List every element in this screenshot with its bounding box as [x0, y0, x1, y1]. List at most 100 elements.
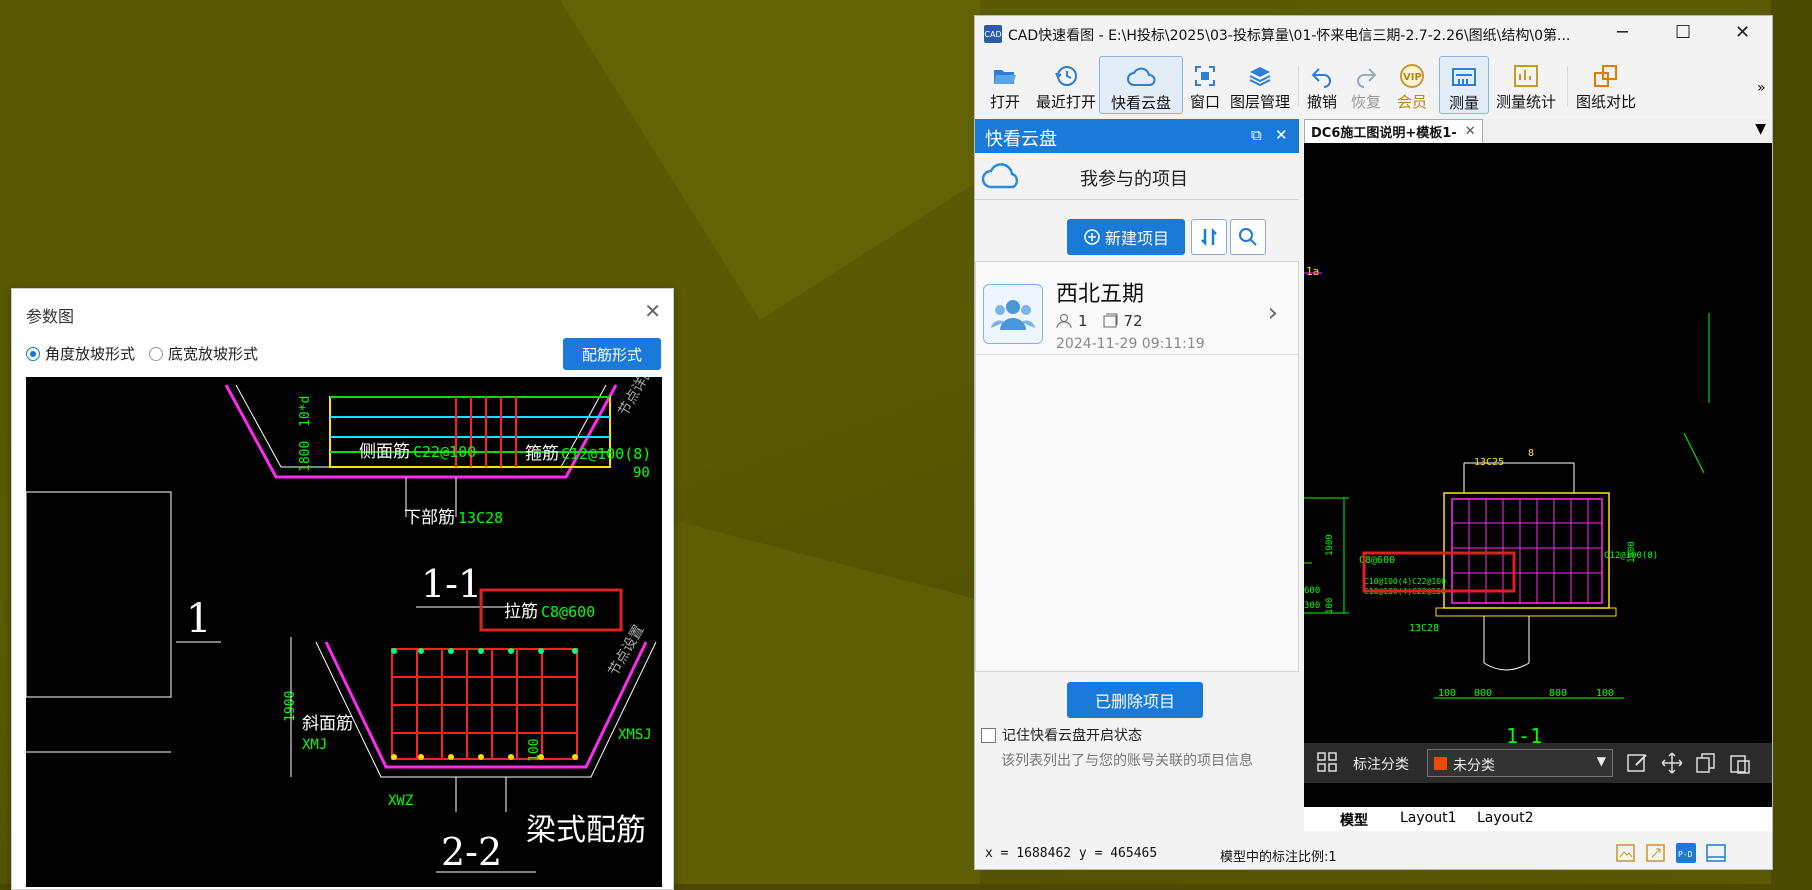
sync-button[interactable] — [1191, 219, 1227, 255]
layers-button[interactable]: 图层管理 — [1227, 56, 1293, 112]
param-dialog: 参数图 ✕ 角度放坡形式 底宽放坡形式 配筋形式 侧面筋 C22@100 箍筋 — [11, 288, 674, 890]
xmsj-label: XMSJ — [618, 727, 652, 743]
project-meta: 1 72 — [1056, 312, 1143, 330]
radio-angle-slope[interactable]: 角度放坡形式 — [26, 343, 135, 364]
dim-1800: 1800 — [298, 441, 313, 472]
group-icon — [991, 300, 1035, 330]
cloud-icon — [981, 163, 1019, 189]
move-icon[interactable] — [1660, 751, 1684, 775]
cad-top-bar: 13C25 — [1474, 457, 1504, 468]
cad-v1900: 1900 — [1325, 534, 1335, 556]
cloud-panel-header: 快看云盘 ⧉ ✕ — [975, 119, 1299, 153]
tie-bar-label: 拉筋 — [504, 602, 538, 622]
cad-main-window: CAD CAD快速看图 - E:\H投标\2025\03-投标算量\01-怀来电… — [974, 15, 1773, 870]
param-drawing: 侧面筋 C22@100 箍筋 C12@100(8) 1800 10*d 90 节… — [26, 377, 657, 874]
ruler-icon — [1452, 68, 1476, 86]
folder-open-icon — [994, 70, 1016, 84]
project-name: 西北五期 — [1056, 282, 1145, 307]
compare-button[interactable]: 图纸对比 — [1573, 56, 1639, 112]
project-avatar — [983, 284, 1043, 344]
project-list: 西北五期 1 72 2024-11-29 09:11:19 › — [975, 261, 1299, 672]
status-export-icon[interactable] — [1645, 842, 1667, 864]
status-image-icon[interactable] — [1615, 842, 1637, 864]
dim-10d: 10*d — [298, 396, 313, 427]
layers-icon — [1249, 67, 1271, 87]
corner-label: 1a — [1306, 265, 1319, 278]
cloud-panel-title: 快看云盘 — [985, 129, 1057, 150]
tab-close-icon[interactable]: ✕ — [1465, 124, 1476, 139]
cloud-panel-subheader: 我参与的项目 — [975, 153, 1299, 200]
cloud-button[interactable]: 快看云盘 — [1099, 56, 1183, 114]
cloud-icon — [1127, 67, 1156, 86]
layout-tab-1[interactable]: Layout1 — [1400, 810, 1457, 826]
cad-v100: 100 — [1325, 598, 1335, 614]
cad-canvas[interactable]: 1a 13C25 8 C8@600 C12@100(8) C10@100(4)C… — [1304, 143, 1772, 830]
user-icon — [1056, 314, 1072, 329]
remember-checkbox[interactable]: 记住快看云盘开启状态 — [981, 725, 1142, 745]
svg-text:P-D: P-D — [1678, 850, 1693, 859]
window-button[interactable]: 窗口 — [1187, 56, 1223, 112]
bottom-bar-spec: 13C28 — [458, 509, 503, 527]
chevron-right-icon[interactable]: › — [1268, 298, 1278, 328]
drawing-tab[interactable]: DC6施工图说明+模板1- ✕ — [1304, 119, 1483, 143]
category-color-swatch — [1434, 757, 1447, 770]
vip-button[interactable]: VIP 会员 — [1394, 56, 1430, 112]
tie-bar-spec: C8@600 — [541, 603, 595, 621]
cad-side-1: C10@100(4)C22@100 — [1364, 577, 1446, 586]
new-project-button[interactable]: 新建项目 — [1067, 219, 1185, 255]
radio-width-slope[interactable]: 底宽放坡形式 — [149, 343, 258, 364]
cad-drawing: 1a 13C25 8 C8@600 C12@100(8) C10@100(4)C… — [1304, 265, 1710, 752]
close-button[interactable]: ✕ — [1735, 22, 1750, 43]
measure-button[interactable]: 测量 — [1439, 56, 1489, 114]
cad-d800b: 800 — [1549, 688, 1567, 699]
side-bar-label: 侧面筋 — [359, 442, 410, 462]
cad-l600: 600 — [1304, 586, 1320, 596]
member-count: 1 — [1078, 312, 1088, 330]
measure-stats-button[interactable]: 测量统计 — [1493, 56, 1559, 112]
side-bar-spec: C22@100 — [413, 443, 476, 461]
title-bar[interactable]: CAD CAD快速看图 - E:\H投标\2025\03-投标算量\01-怀来电… — [975, 16, 1772, 52]
search-button[interactable] — [1230, 219, 1266, 255]
my-projects-title: 我参与的项目 — [1080, 169, 1188, 190]
edit-icon[interactable] — [1626, 751, 1650, 775]
cad-v1800: 1800 — [1627, 541, 1637, 563]
app-icon: CAD — [984, 25, 1002, 43]
vip-badge-icon: VIP — [1400, 64, 1424, 88]
dim-100: 100 — [527, 739, 542, 762]
project-item[interactable]: 西北五期 1 72 2024-11-29 09:11:19 › — [976, 262, 1298, 355]
maximize-button[interactable]: ☐ — [1675, 22, 1691, 43]
recent-button[interactable]: 最近打开 — [1033, 56, 1099, 112]
redo-button[interactable]: 恢复 — [1348, 56, 1384, 112]
open-button[interactable]: 打开 — [980, 56, 1030, 112]
annotation-scale: 模型中的标注比例:1 — [1220, 850, 1337, 865]
restore-icon[interactable]: ⧉ — [1251, 126, 1262, 144]
toolbar-more-button[interactable]: » — [1757, 80, 1766, 96]
cloud-hint-text: 该列表列出了与您的账号关联的项目信息 — [1001, 753, 1253, 769]
status-pdf-icon[interactable]: P-D — [1675, 842, 1697, 864]
beam-rebar-title: 梁式配筋 — [526, 813, 646, 848]
measure-stats-icon — [1514, 65, 1538, 87]
paste-icon[interactable] — [1728, 751, 1752, 775]
close-icon[interactable]: ✕ — [1275, 126, 1288, 144]
rebar-form-button[interactable]: 配筋形式 — [563, 338, 661, 370]
layout-tab-2[interactable]: Layout2 — [1477, 810, 1534, 826]
search-icon — [1239, 228, 1257, 246]
slope-bar-label: 斜面筋 — [302, 714, 353, 734]
undo-button[interactable]: 撤销 — [1304, 56, 1340, 112]
remember-label: 记住快看云盘开启状态 — [1002, 728, 1142, 744]
window-frame-icon — [1195, 66, 1215, 86]
category-select[interactable]: 未分类 ▼ — [1427, 749, 1613, 777]
redo-icon — [1357, 68, 1377, 88]
close-icon[interactable]: ✕ — [644, 299, 661, 323]
tab-dropdown-icon[interactable]: ▼ — [1755, 121, 1766, 137]
deleted-projects-button[interactable]: 已删除项目 — [1067, 682, 1203, 718]
status-panel-icon[interactable] — [1705, 842, 1727, 864]
grid-icon[interactable] — [1316, 751, 1338, 773]
copy-icon[interactable] — [1694, 751, 1718, 775]
file-stack-icon — [1103, 313, 1118, 328]
param-drawing-canvas[interactable]: 侧面筋 C22@100 箍筋 C12@100(8) 1800 10*d 90 节… — [26, 377, 662, 887]
layout-tab-model[interactable]: 模型 — [1340, 810, 1368, 830]
plus-circle-icon — [1084, 229, 1100, 245]
cursor-coordinates: x = 1688462 y = 465465 — [985, 846, 1158, 861]
minimize-button[interactable]: ─ — [1617, 22, 1628, 43]
